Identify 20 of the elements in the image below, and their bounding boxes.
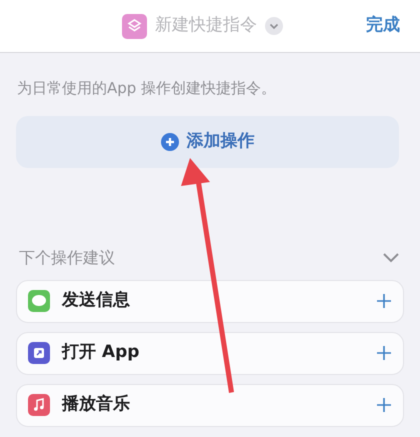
chevron-down-icon[interactable] [381,252,401,264]
description-text: 为日常使用的App 操作创建快捷指令。 [17,78,278,99]
done-button[interactable]: 完成 [366,13,400,39]
arrow-square-icon [28,342,50,364]
shortcuts-app-icon [122,14,147,38]
plus-icon[interactable] [376,293,392,309]
suggestion-row[interactable]: 发送信息 [16,280,404,322]
suggestion-label: 发送信息 [62,289,131,312]
chevron-down-icon[interactable] [265,17,283,35]
add-action-button[interactable]: 添加操作 [16,116,399,168]
suggestion-label: 打开 App [62,341,140,364]
suggestion-label: 播放音乐 [62,393,131,416]
music-note-icon [28,394,50,416]
plus-icon[interactable] [376,397,392,413]
suggestion-row[interactable]: 播放音乐 [16,384,404,426]
section-title: 下个操作建议 [19,246,115,268]
add-icon [160,132,178,150]
speech-bubble-icon [28,290,50,312]
suggestion-row[interactable]: 打开 App [16,332,404,374]
plus-icon[interactable] [376,345,392,361]
